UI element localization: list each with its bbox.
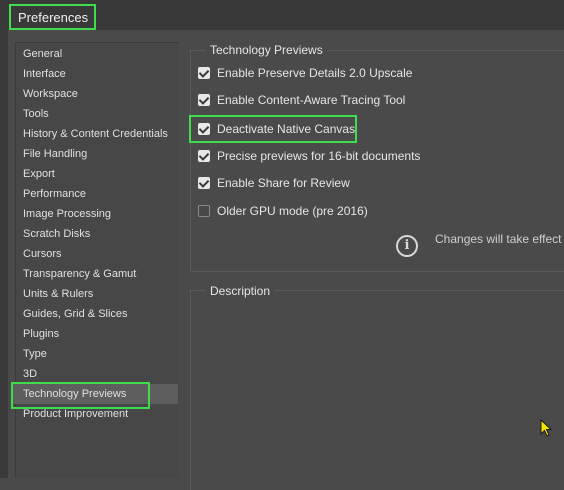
sidebar-item-guides-grid[interactable]: Guides, Grid & Slices <box>23 304 128 324</box>
window-title: Preferences <box>9 4 96 30</box>
info-circle-icon: i <box>396 235 418 257</box>
option-label: Enable Content-Aware Tracing Tool <box>217 93 406 107</box>
sidebar-item-performance[interactable]: Performance <box>23 184 86 204</box>
option-label: Enable Share for Review <box>217 176 350 190</box>
sidebar-item-type[interactable]: Type <box>23 344 47 364</box>
info-message: Changes will take effect <box>435 232 562 246</box>
sidebar-item-image-processing[interactable]: Image Processing <box>23 204 111 224</box>
option-older-gpu-mode[interactable]: Older GPU mode (pre 2016) <box>198 202 368 220</box>
option-share-for-review[interactable]: Enable Share for Review <box>198 174 350 192</box>
sidebar-item-transparency[interactable]: Transparency & Gamut <box>23 264 136 284</box>
sidebar-item-export[interactable]: Export <box>23 164 55 184</box>
section-title: Technology Previews <box>206 41 327 59</box>
sidebar-item-general[interactable]: General <box>23 44 62 64</box>
sidebar-item-interface[interactable]: Interface <box>23 64 66 84</box>
option-preserve-details[interactable]: Enable Preserve Details 2.0 Upscale <box>198 64 412 82</box>
checkbox-checked[interactable] <box>198 94 210 106</box>
description-title: Description <box>206 282 275 300</box>
sidebar-item-workspace[interactable]: Workspace <box>23 84 78 104</box>
selection-highlight-box <box>11 382 150 409</box>
sidebar-item-3d[interactable]: 3D <box>23 364 37 384</box>
checkbox-checked[interactable] <box>198 67 210 79</box>
sidebar-item-file-handling[interactable]: File Handling <box>23 144 87 164</box>
option-label: Older GPU mode (pre 2016) <box>217 204 368 218</box>
option-content-aware-tracing[interactable]: Enable Content-Aware Tracing Tool <box>198 91 405 109</box>
sidebar-item-tools[interactable]: Tools <box>23 104 49 124</box>
checkbox-checked[interactable] <box>198 150 210 162</box>
description-group <box>190 290 564 490</box>
option-highlight-box <box>189 115 357 143</box>
sidebar-item-units-rulers[interactable]: Units & Rulers <box>23 284 93 304</box>
mouse-cursor-icon <box>540 419 553 437</box>
sidebar-item-scratch-disks[interactable]: Scratch Disks <box>23 224 90 244</box>
option-label: Enable Preserve Details 2.0 Upscale <box>217 66 413 80</box>
checkbox-unchecked[interactable] <box>198 205 210 217</box>
preferences-sidebar: General Interface Workspace Tools Histor… <box>12 42 179 478</box>
option-label: Precise previews for 16-bit documents <box>217 149 421 163</box>
window-edge <box>0 30 8 478</box>
checkbox-checked[interactable] <box>198 177 210 189</box>
option-precise-previews[interactable]: Precise previews for 16-bit documents <box>198 147 420 165</box>
sidebar-item-plugins[interactable]: Plugins <box>23 324 59 344</box>
sidebar-item-cursors[interactable]: Cursors <box>23 244 62 264</box>
sidebar-item-history[interactable]: History & Content Credentials <box>23 124 168 144</box>
